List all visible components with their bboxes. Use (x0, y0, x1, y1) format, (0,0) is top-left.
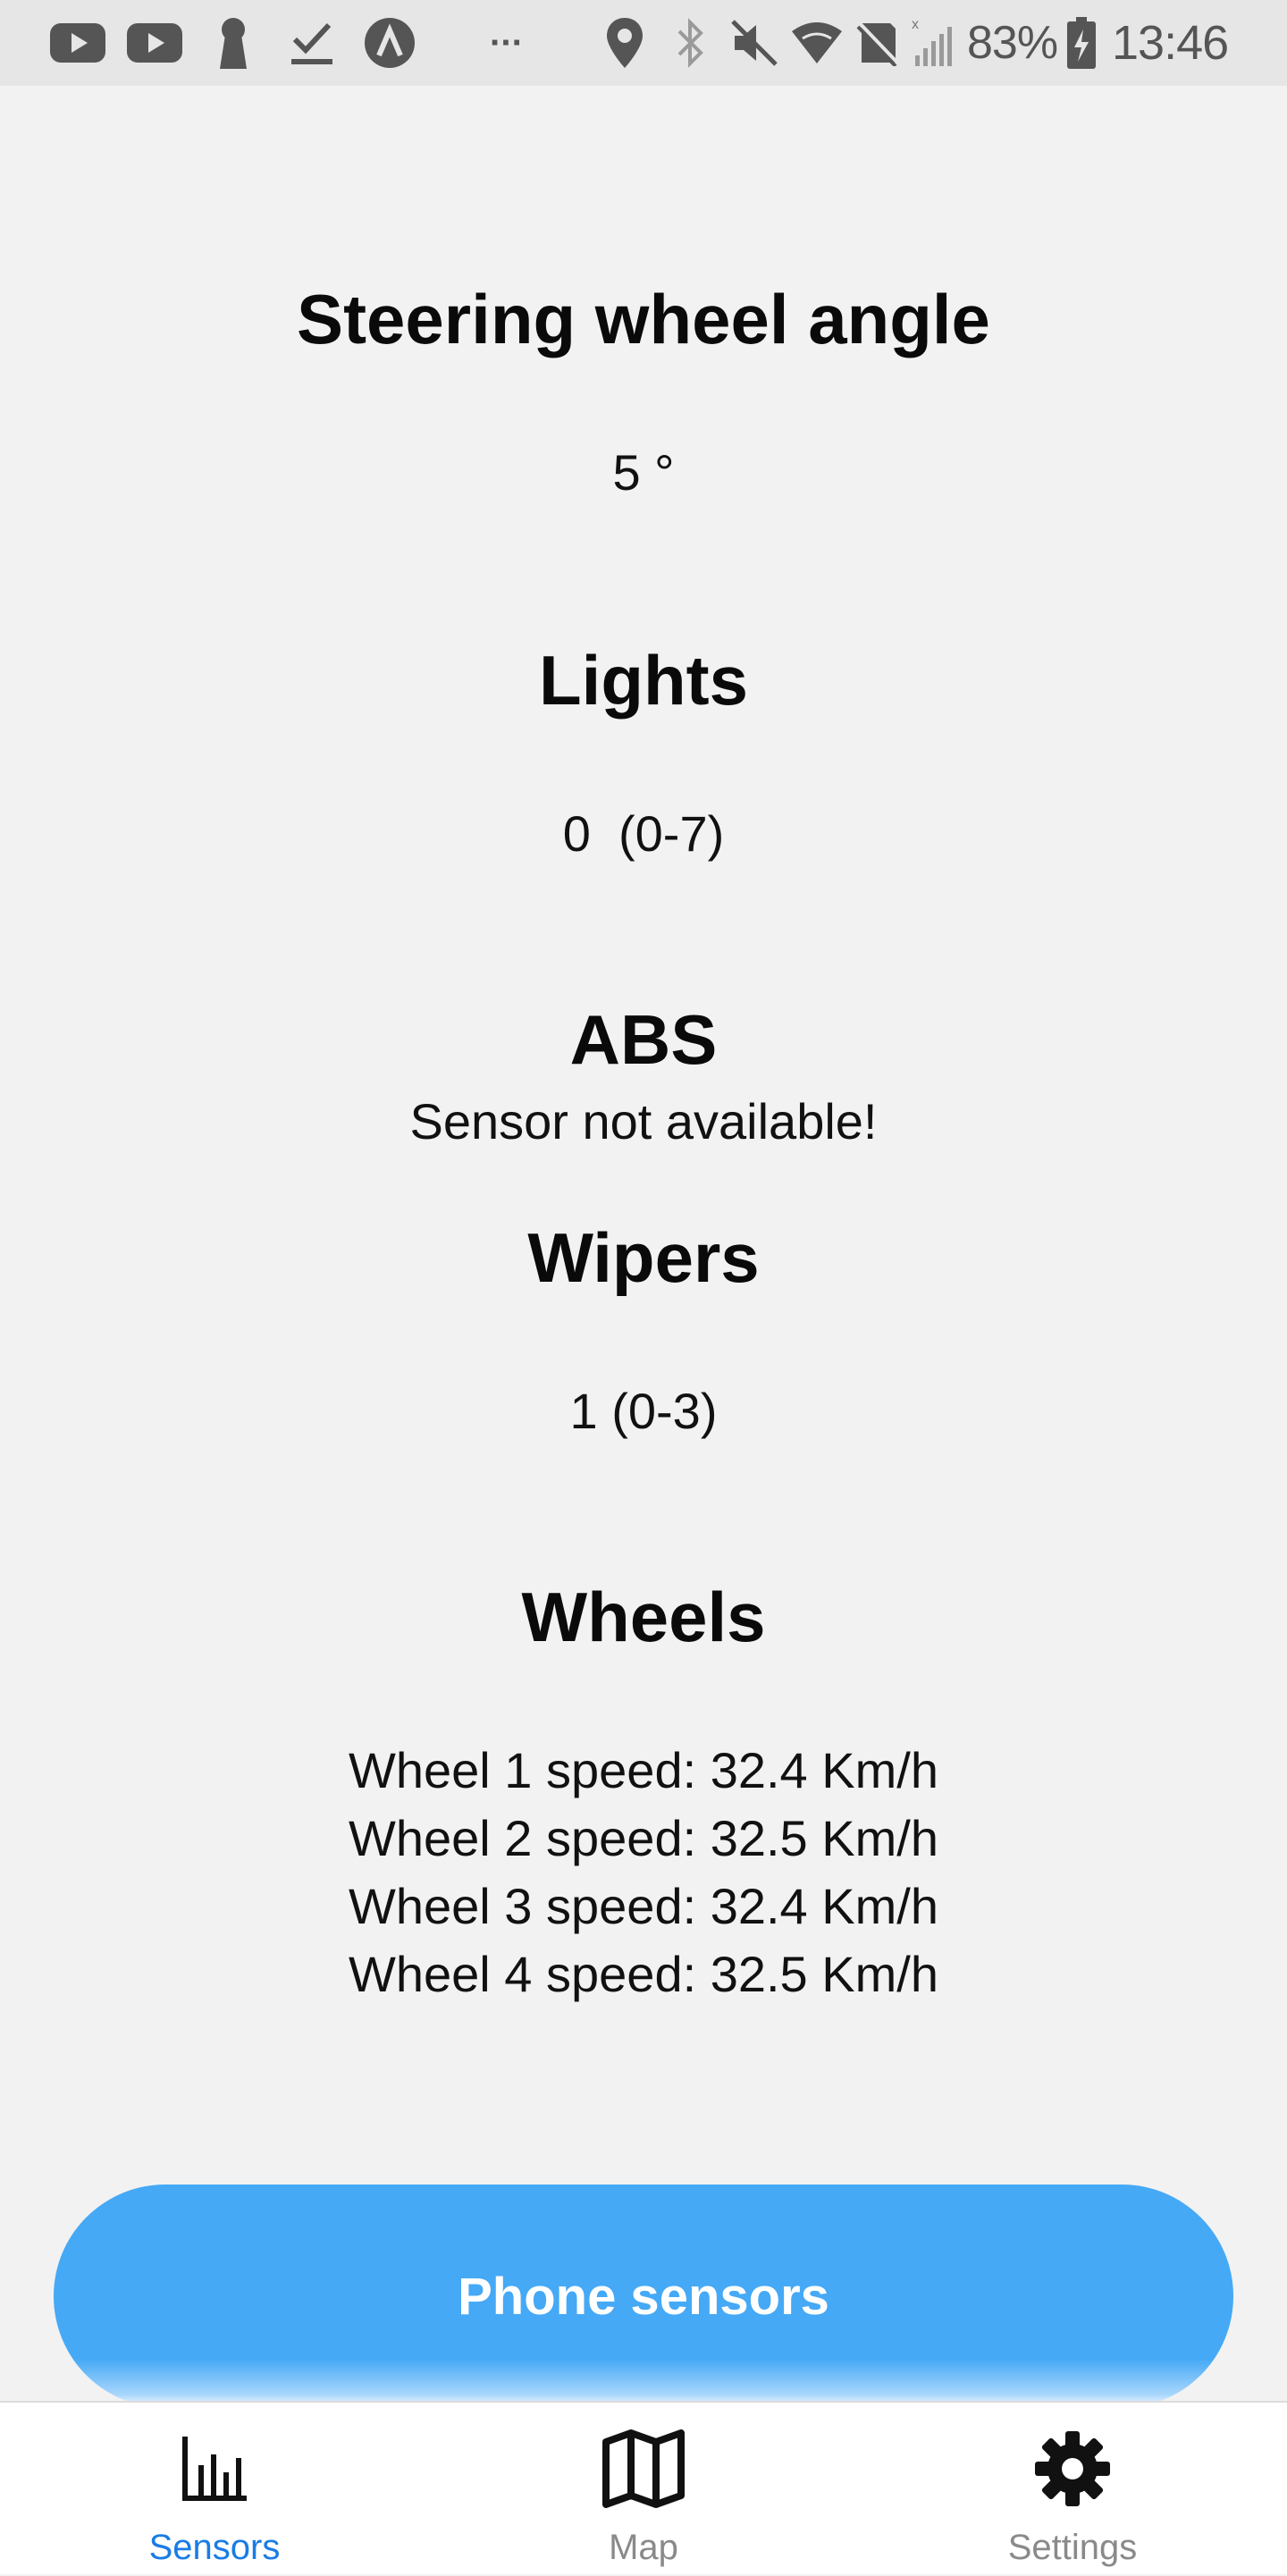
wheel-speed-line: Wheel 3 speed: 32.4 Km/h (349, 1878, 938, 1934)
phone-sensors-button[interactable]: Phone sensors (54, 2185, 1233, 2408)
youtube-icon (127, 0, 182, 86)
battery-percent: 83% (967, 17, 1058, 69)
nav-item-settings[interactable]: Settings (938, 2403, 1207, 2576)
wipers-value: 1 (0-3) (569, 1383, 718, 1439)
nav-label-sensors: Sensors (148, 2528, 281, 2567)
keyhole-icon (218, 0, 248, 86)
abs-value: Sensor not available! (409, 1093, 878, 1149)
download-done-icon (290, 0, 334, 86)
youtube-icon (50, 0, 105, 86)
status-bar: ··· x 83% 13:46 (0, 0, 1287, 86)
steering-value: 5 ° (612, 444, 675, 501)
phone-sensors-label: Phone sensors (458, 2267, 829, 2326)
wipers-title: Wipers (527, 1218, 760, 1297)
app-logo-icon (363, 0, 416, 86)
gear-icon (1033, 2424, 1112, 2513)
abs-title: ABS (569, 1000, 718, 1079)
status-time: 13:46 (1112, 16, 1229, 70)
nav-item-map[interactable]: Map (509, 2403, 778, 2576)
steering-title: Steering wheel angle (297, 280, 990, 358)
location-icon (604, 0, 645, 86)
nav-item-sensors[interactable]: Sensors (80, 2403, 349, 2576)
bluetooth-icon (676, 0, 706, 86)
more-dots-icon: ··· (490, 22, 524, 63)
bottom-nav: Sensors Map Settings (0, 2401, 1287, 2574)
nfc-icon (856, 0, 901, 86)
svg-text:x: x (912, 17, 919, 32)
signal-icon: x (910, 0, 956, 86)
nav-label-settings: Settings (1007, 2528, 1138, 2567)
wheel-speed-line: Wheel 1 speed: 32.4 Km/h (349, 1742, 938, 1798)
bar-chart-icon (179, 2424, 250, 2513)
lights-title: Lights (539, 641, 748, 720)
wheel-speed-line: Wheel 2 speed: 32.5 Km/h (349, 1810, 938, 1866)
battery-icon (1067, 0, 1096, 86)
map-icon (601, 2424, 686, 2513)
lights-value: 0 (0-7) (562, 805, 725, 862)
mute-icon (729, 0, 779, 86)
wheels-title: Wheels (521, 1578, 766, 1656)
wifi-icon (790, 0, 844, 86)
wheel-speed-line: Wheel 4 speed: 32.5 Km/h (349, 1946, 938, 2002)
nav-label-map: Map (609, 2528, 678, 2567)
